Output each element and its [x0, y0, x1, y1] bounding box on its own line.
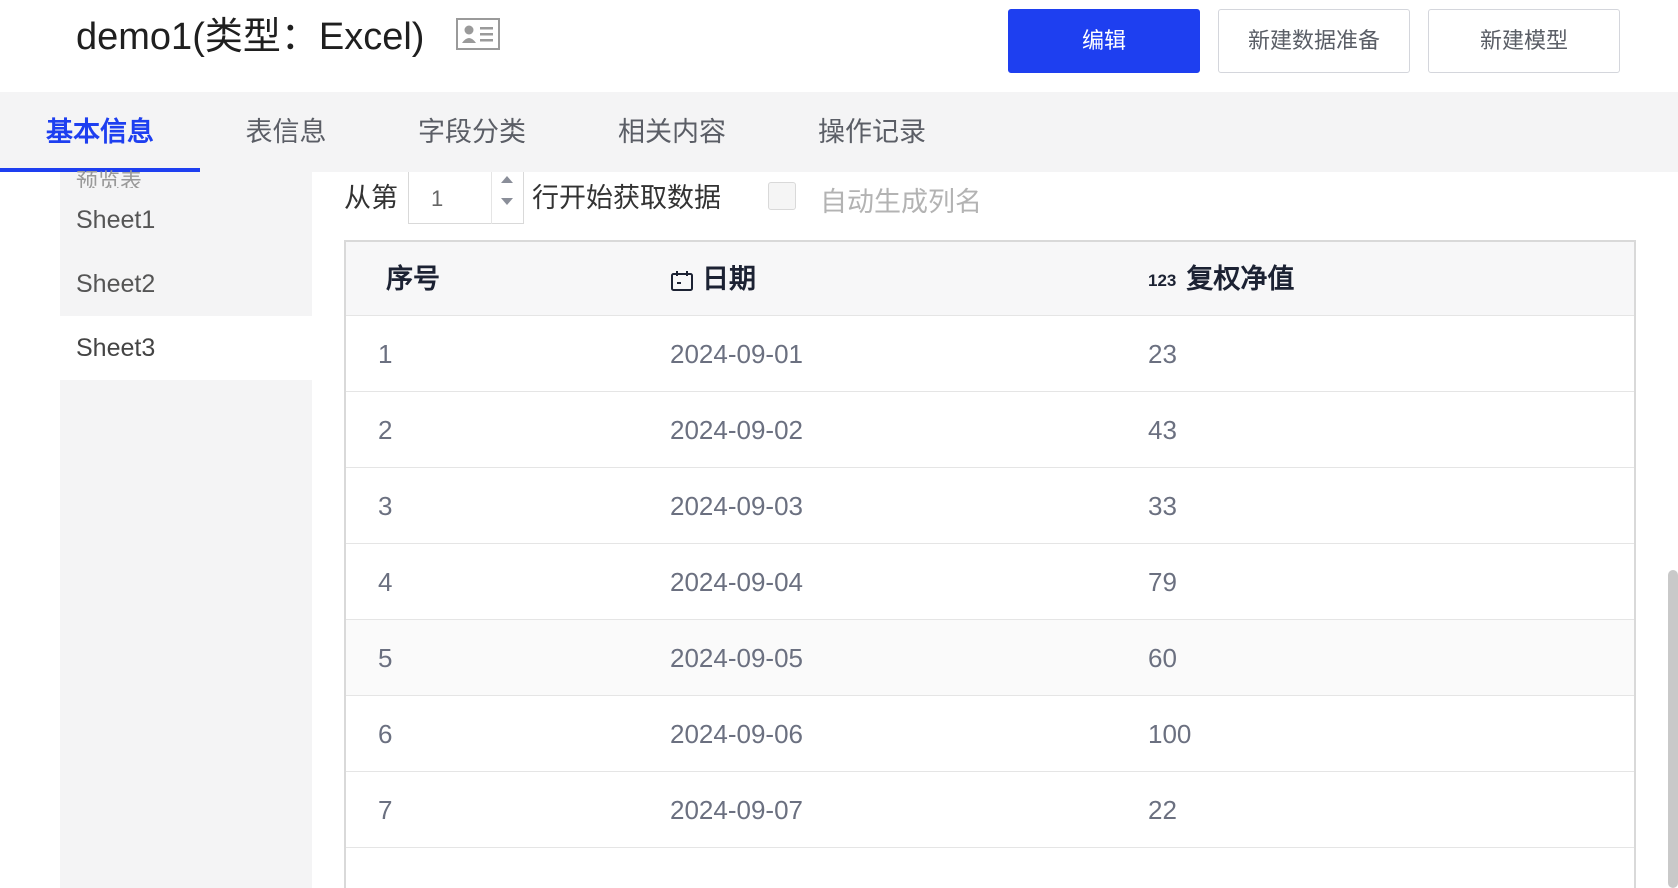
stepper-arrows [491, 172, 523, 224]
sidebar-item-sheet2[interactable]: Sheet2 [60, 252, 312, 316]
table-row: 1 2024-09-01 23 [346, 316, 1634, 392]
cell-date: 2024-09-03 [670, 491, 803, 521]
dataset-detail-page: demo1(类型：Excel) 编辑 新建数据准备 新建模型 基本信息 表信息 … [0, 0, 1678, 888]
cell-value: 79 [1148, 567, 1177, 597]
column-header-index: 序号 [386, 242, 440, 316]
table-row: 4 2024-09-04 79 [346, 544, 1634, 620]
arrow-up-icon[interactable] [501, 176, 513, 183]
auto-column-name-checkbox[interactable] [768, 182, 796, 210]
cell-date: 2024-09-01 [670, 339, 803, 369]
cell-value: 43 [1148, 415, 1177, 445]
table-header: 序号 日期 123 复权净值 [346, 242, 1634, 316]
new-model-button[interactable]: 新建模型 [1428, 9, 1620, 73]
cell-date: 2024-09-04 [670, 567, 803, 597]
calendar-icon [671, 270, 693, 291]
start-row-stepper[interactable]: 1 [408, 172, 524, 224]
number-123-icon: 123 [1148, 270, 1177, 290]
cell-value: 60 [1148, 643, 1177, 673]
tab-operation-log[interactable]: 操作记录 [816, 92, 928, 172]
cell-index: 1 [378, 339, 393, 369]
tab-related-content[interactable]: 相关内容 [616, 92, 728, 172]
sheet-sidebar: 预览表 Sheet1 Sheet2 Sheet3 [60, 169, 312, 888]
column-header-label: 复权净值 [1186, 264, 1295, 294]
cell-value: 100 [1148, 719, 1192, 749]
tab-basic-info[interactable]: 基本信息 [44, 92, 156, 172]
auto-column-name-label: 自动生成列名 [820, 187, 982, 217]
tab-bar: 基本信息 表信息 字段分类 相关内容 操作记录 [0, 92, 1678, 172]
cell-index: 7 [378, 795, 393, 825]
cell-index: 2 [378, 415, 393, 445]
vertical-scrollbar[interactable] [1668, 570, 1678, 888]
cell-date: 2024-09-06 [670, 719, 803, 749]
cell-value: 33 [1148, 491, 1177, 521]
cell-index: 5 [378, 643, 393, 673]
column-header-date: 日期 [670, 242, 756, 316]
sidebar-item-sheet1[interactable]: Sheet1 [60, 188, 312, 252]
table-row: 7 2024-09-07 22 [346, 772, 1634, 848]
table-row: 2 2024-09-02 43 [346, 392, 1634, 468]
header: demo1(类型：Excel) 编辑 新建数据准备 新建模型 [0, 0, 1678, 92]
preview-table: 序号 日期 123 复权净值 1 2024-09-01 23 2 2024-09-… [344, 240, 1636, 888]
cell-index: 4 [378, 567, 393, 597]
cell-index: 6 [378, 719, 393, 749]
table-row: 5 2024-09-05 60 [346, 620, 1634, 696]
cell-value: 22 [1148, 795, 1177, 825]
tab-table-info[interactable]: 表信息 [244, 92, 328, 172]
column-header-label: 日期 [702, 264, 756, 294]
cell-date: 2024-09-02 [670, 415, 803, 445]
from-row-label: 从第 [344, 183, 398, 213]
new-data-prep-button[interactable]: 新建数据准备 [1218, 9, 1410, 73]
id-card-icon[interactable] [456, 18, 500, 50]
edit-button[interactable]: 编辑 [1008, 9, 1200, 73]
cell-date: 2024-09-05 [670, 643, 803, 673]
column-header-adjusted-nav: 123 复权净值 [1148, 242, 1294, 316]
start-fetch-label: 行开始获取数据 [532, 183, 721, 213]
arrow-down-icon[interactable] [501, 198, 513, 205]
cell-date: 2024-09-07 [670, 795, 803, 825]
cell-index: 3 [378, 491, 393, 521]
sidebar-heading: 预览表 [76, 169, 143, 188]
sidebar-item-sheet3[interactable]: Sheet3 [60, 316, 312, 380]
page-title: demo1(类型：Excel) [76, 16, 425, 58]
tab-field-category[interactable]: 字段分类 [416, 92, 528, 172]
cell-value: 23 [1148, 339, 1177, 369]
table-row: 3 2024-09-03 33 [346, 468, 1634, 544]
column-header-label: 序号 [386, 264, 440, 294]
start-row-value[interactable]: 1 [431, 186, 443, 212]
table-row: 6 2024-09-06 100 [346, 696, 1634, 772]
